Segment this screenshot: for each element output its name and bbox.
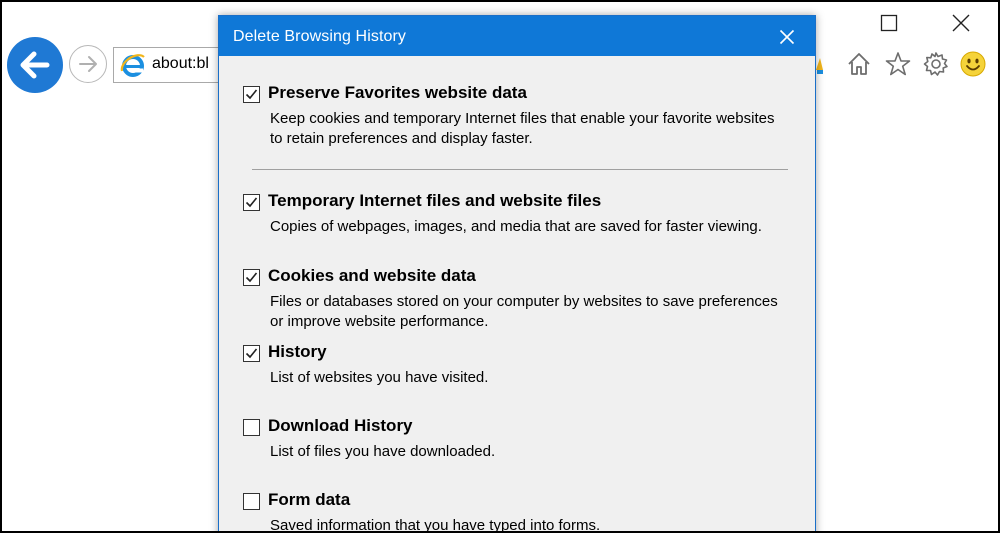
- internet-explorer-icon: [120, 54, 145, 77]
- checkbox-temporary-files[interactable]: [243, 194, 260, 211]
- option-description: List of websites you have visited.: [270, 369, 489, 386]
- checkmark-icon: [245, 89, 258, 100]
- star-icon[interactable]: [884, 50, 912, 78]
- checkbox-preserve-favorites[interactable]: [243, 86, 260, 103]
- maximize-icon[interactable]: [880, 14, 898, 32]
- option-label[interactable]: History: [268, 342, 327, 362]
- option-label[interactable]: Cookies and website data: [268, 266, 476, 286]
- dialog-close-icon[interactable]: [779, 29, 795, 45]
- window-close-icon[interactable]: [950, 12, 972, 34]
- checkbox-cookies[interactable]: [243, 269, 260, 286]
- browser-window: about:bl Delete Browsing History Preserv…: [2, 2, 998, 531]
- option-description: Keep cookies and temporary Internet file…: [270, 110, 775, 147]
- option-label[interactable]: Temporary Internet files and website fil…: [268, 191, 601, 211]
- checkbox-history[interactable]: [243, 345, 260, 362]
- option-description: List of files you have downloaded.: [270, 443, 496, 460]
- dialog-title: Delete Browsing History: [233, 28, 407, 45]
- gear-icon[interactable]: [922, 50, 950, 78]
- dialog-titlebar[interactable]: Delete Browsing History: [219, 16, 815, 56]
- checkbox-form-data[interactable]: [243, 493, 260, 510]
- separator: [252, 169, 788, 170]
- option-description: Files or databases stored on your comput…: [270, 293, 778, 330]
- option-label[interactable]: Download History: [268, 416, 413, 436]
- smiley-icon[interactable]: [959, 50, 987, 78]
- address-text: about:bl: [152, 55, 209, 72]
- checkmark-icon: [245, 197, 258, 208]
- back-button[interactable]: [7, 37, 63, 93]
- address-bar[interactable]: about:bl: [113, 47, 223, 83]
- back-arrow-icon: [20, 51, 50, 79]
- delete-browsing-history-dialog: Delete Browsing History Preserve Favorit…: [218, 15, 816, 531]
- home-icon[interactable]: [845, 50, 873, 78]
- option-description: Copies of webpages, images, and media th…: [270, 218, 762, 235]
- option-description: Saved information that you have typed in…: [270, 517, 601, 531]
- checkmark-icon: [245, 348, 258, 359]
- forward-button[interactable]: [69, 45, 107, 83]
- checkbox-download-history[interactable]: [243, 419, 260, 436]
- forward-arrow-icon: [79, 56, 97, 72]
- checkmark-icon: [245, 272, 258, 283]
- option-label[interactable]: Preserve Favorites website data: [268, 83, 527, 103]
- option-label[interactable]: Form data: [268, 490, 350, 510]
